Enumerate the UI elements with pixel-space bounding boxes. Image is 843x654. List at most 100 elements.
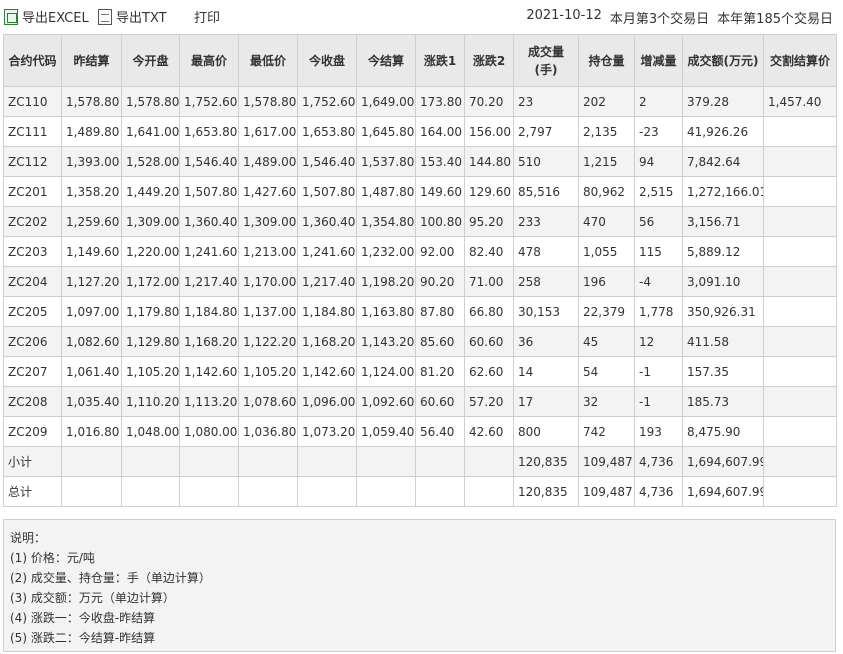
table-cell: 379.28 <box>682 86 764 117</box>
document-icon <box>98 8 112 25</box>
table-cell: 164.00 <box>415 116 465 147</box>
table-cell: 1,259.60 <box>61 206 122 237</box>
table-cell: 1,184.80 <box>297 296 357 327</box>
table-cell: 1,220.00 <box>121 236 180 267</box>
table-cell: 1,241.60 <box>297 236 357 267</box>
note-line: (2) 成交量、持仓量：手（单边计算） <box>10 571 211 585</box>
table-cell <box>356 476 416 507</box>
table-cell: 1,694,607.99 <box>682 476 764 507</box>
table-cell: 4,736 <box>634 476 683 507</box>
table-row: ZC205 1,097.00 1,179.80 1,184.80 1,137.00 1,1… <box>3 296 837 327</box>
table-cell: 1,092.60 <box>356 386 416 417</box>
table-cell: 193 <box>634 416 683 447</box>
table-cell: 45 <box>578 326 635 357</box>
export-txt-button[interactable]: 导出TXT <box>98 7 167 26</box>
column-header: 增减量 <box>634 34 683 87</box>
table-cell <box>61 476 122 507</box>
print-link[interactable]: 打印 <box>194 7 220 26</box>
table-cell: 41,926.26 <box>682 116 764 147</box>
table-cell: 81.20 <box>415 356 465 387</box>
table-cell: 350,926.31 <box>682 296 764 327</box>
table-cell: 196 <box>578 266 635 297</box>
table-cell <box>763 296 837 327</box>
table-cell: 23 <box>513 86 579 117</box>
table-cell <box>763 116 837 147</box>
table-cell <box>415 476 465 507</box>
table-cell: 1,752.60 <box>179 86 239 117</box>
table-cell: 小计 <box>3 446 62 477</box>
table-cell: 1,354.80 <box>356 206 416 237</box>
table-cell: 1,122.20 <box>238 326 298 357</box>
table-cell: 1,061.40 <box>61 356 122 387</box>
column-header: 涨跌2 <box>464 34 514 87</box>
table-cell: ZC111 <box>3 116 62 147</box>
table-cell: 1,653.80 <box>297 116 357 147</box>
table-cell: 1,055 <box>578 236 635 267</box>
export-excel-button[interactable]: 导出EXCEL <box>4 7 89 26</box>
table-cell: 233 <box>513 206 579 237</box>
table-cell: 1,528.00 <box>121 146 180 177</box>
table-cell: 2,135 <box>578 116 635 147</box>
table-cell: 1,427.60 <box>238 176 298 207</box>
table-cell <box>297 446 357 477</box>
table-cell: 411.58 <box>682 326 764 357</box>
table-cell: 70.20 <box>464 86 514 117</box>
column-header: 今开盘 <box>121 34 180 87</box>
table-cell: 1,487.80 <box>356 176 416 207</box>
table-cell <box>61 446 122 477</box>
table-cell: 54 <box>578 356 635 387</box>
table-cell: 22,379 <box>578 296 635 327</box>
table-cell <box>763 206 837 237</box>
table-cell: 2 <box>634 86 683 117</box>
table-cell: 1,149.60 <box>61 236 122 267</box>
table-cell: 120,835 <box>513 476 579 507</box>
table-cell: 1,309.00 <box>121 206 180 237</box>
column-header: 今结算 <box>356 34 416 87</box>
table-cell: 1,105.20 <box>238 356 298 387</box>
table-cell: 510 <box>513 146 579 177</box>
table-cell: 1,489.00 <box>238 146 298 177</box>
table-cell <box>763 446 837 477</box>
table-cell: 1,232.00 <box>356 236 416 267</box>
table-cell <box>121 446 180 477</box>
table-cell: -1 <box>634 356 683 387</box>
table-cell: 85.60 <box>415 326 465 357</box>
table-cell <box>238 446 298 477</box>
table-row: ZC112 1,393.00 1,528.00 1,546.40 1,489.00 1,5… <box>3 146 837 177</box>
table-cell: 1,360.40 <box>179 206 239 237</box>
table-cell: 1,449.20 <box>121 176 180 207</box>
table-cell: 1,537.80 <box>356 146 416 177</box>
table-cell: 109,487 <box>578 446 635 477</box>
column-header: 涨跌1 <box>415 34 465 87</box>
table-cell <box>763 416 837 447</box>
table-cell: ZC204 <box>3 266 62 297</box>
table-row: ZC209 1,016.80 1,048.00 1,080.00 1,036.80 1,0… <box>3 416 837 447</box>
table-row: ZC201 1,358.20 1,449.20 1,507.80 1,427.60 1,5… <box>3 176 837 207</box>
table-cell: 36 <box>513 326 579 357</box>
table-cell: 1,507.80 <box>297 176 357 207</box>
table-cell: 258 <box>513 266 579 297</box>
table-body: ZC110 1,578.80 1,578.80 1,752.60 1,578.80 1,7… <box>3 86 837 507</box>
column-header: 最低价 <box>238 34 298 87</box>
toolbar: 导出EXCEL 导出TXT 打印 2021-10-12 本月第3个交易日 本年第… <box>0 0 843 34</box>
table-cell: 1,578.80 <box>61 86 122 117</box>
table-cell: 470 <box>578 206 635 237</box>
table-cell: 1,645.80 <box>356 116 416 147</box>
table-cell: 8,475.90 <box>682 416 764 447</box>
table-cell: 1,507.80 <box>179 176 239 207</box>
table-cell <box>763 236 837 267</box>
column-header: 持仓量 <box>578 34 635 87</box>
table-cell: ZC205 <box>3 296 62 327</box>
table-cell: 1,143.20 <box>356 326 416 357</box>
table-cell: ZC203 <box>3 236 62 267</box>
table-cell: 1,215 <box>578 146 635 177</box>
table-cell: 1,073.20 <box>297 416 357 447</box>
table-cell: 1,078.60 <box>238 386 298 417</box>
table-cell: 94 <box>634 146 683 177</box>
table-cell: 1,578.80 <box>121 86 180 117</box>
table-row: ZC110 1,578.80 1,578.80 1,752.60 1,578.80 1,7… <box>3 86 837 117</box>
table-cell: 1,035.40 <box>61 386 122 417</box>
column-header: 最高价 <box>179 34 239 87</box>
column-header: 合约代码 <box>3 34 62 87</box>
table-cell: 185.73 <box>682 386 764 417</box>
